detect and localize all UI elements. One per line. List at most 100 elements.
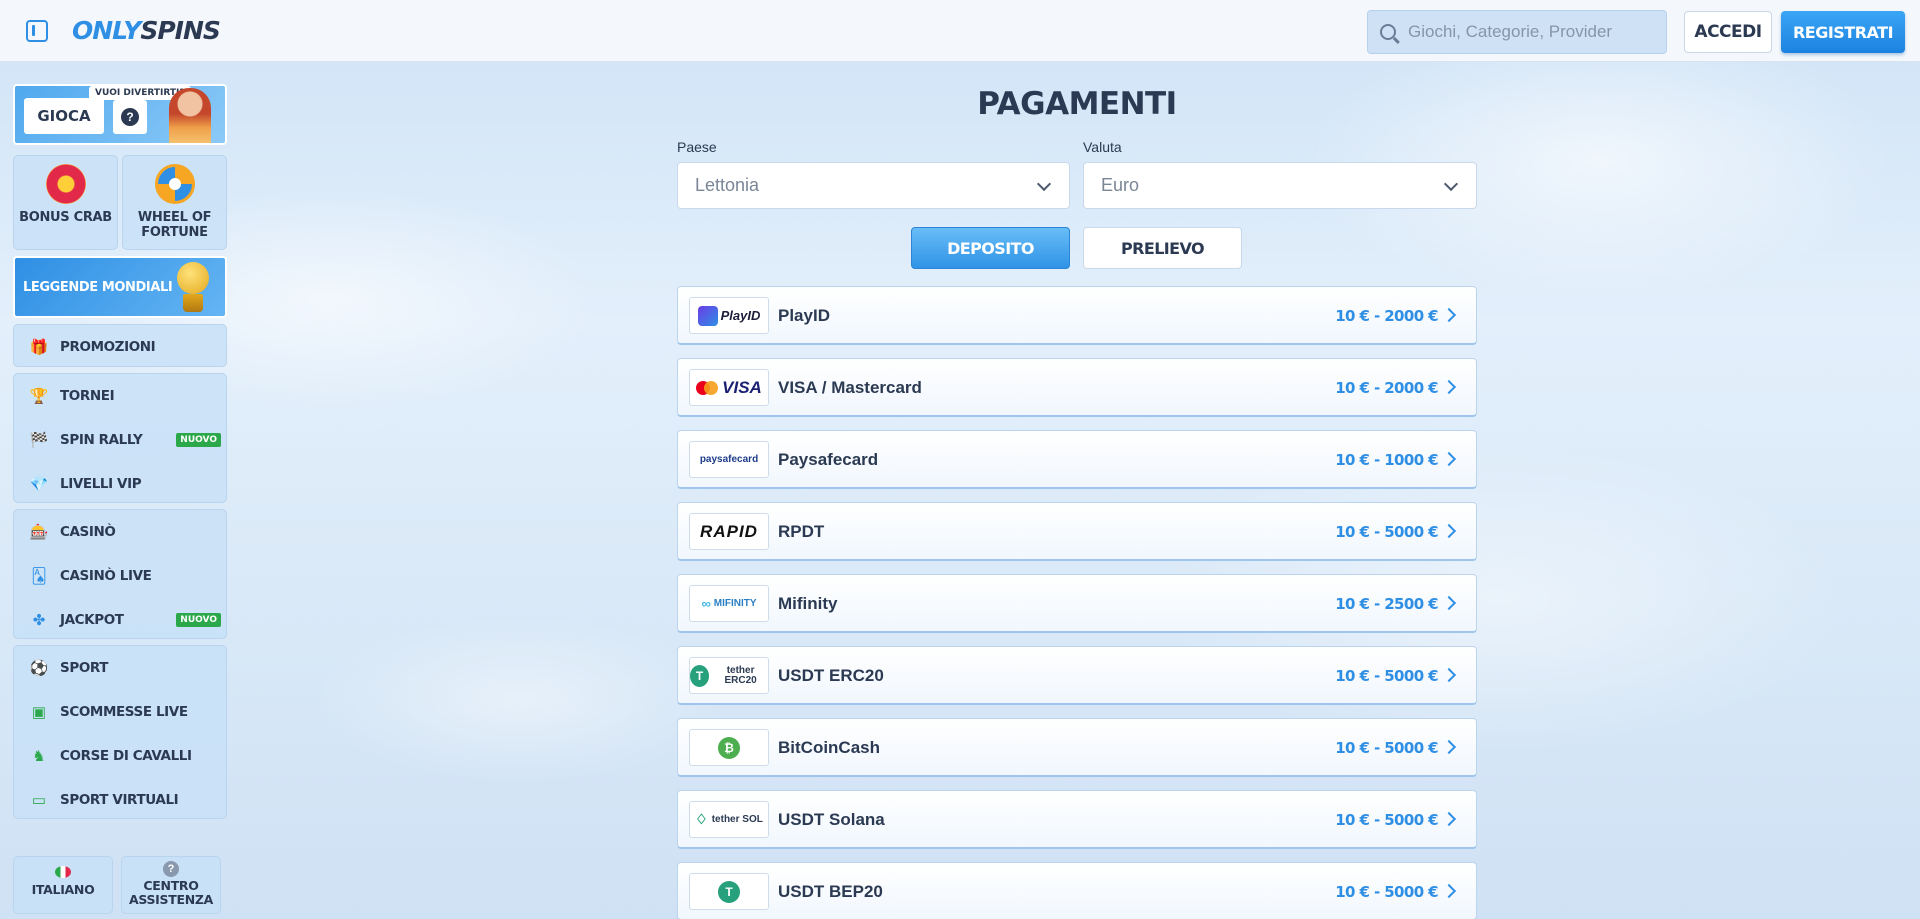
sidebar-item-corse-di-cavalli[interactable]: ♞ CORSE DI CAVALLI: [14, 734, 228, 778]
payment-method-name: VISA / Mastercard: [778, 378, 922, 397]
tether-bep20-logo: T: [689, 873, 769, 910]
payment-method-row[interactable]: T USDT BEP20 10 € - 5000 €: [677, 862, 1477, 919]
sidebar-item-scommesse-live[interactable]: ▣ SCOMMESSE LIVE: [14, 690, 228, 734]
tab-prelievo[interactable]: PRELIEVO: [1083, 227, 1242, 269]
sidebar-item-spin-rally[interactable]: 🏁 SPIN RALLY NUOVO: [14, 418, 228, 462]
sidebar-item-tornei[interactable]: 🏆 TORNEI: [14, 374, 228, 418]
playid-logo: PlayID: [689, 297, 769, 334]
payment-method-range: 10 € - 2500 €: [1335, 595, 1438, 613]
mifinity-logo: ∞ MIFINITY: [689, 585, 769, 622]
chevron-down-icon: [1443, 176, 1459, 192]
payment-method-row[interactable]: paysafecard Paysafecard 10 € - 1000 €: [677, 430, 1477, 489]
clover-icon: ✤: [32, 612, 46, 629]
mascot-image: [169, 88, 211, 143]
sidebar-item-label: SCOMMESSE LIVE: [60, 704, 188, 720]
sidebar-item-sport-virtuali[interactable]: ▭ SPORT VIRTUALI: [14, 778, 228, 822]
page-title: PAGAMENTI: [977, 86, 1177, 122]
chevron-right-icon: [1441, 595, 1457, 611]
wheel-of-fortune-tile[interactable]: WHEEL OF FORTUNE: [122, 155, 227, 250]
payment-method-name: Paysafecard: [778, 450, 879, 469]
currency-label: Valuta: [1083, 139, 1122, 155]
payment-method-range: 10 € - 5000 €: [1335, 883, 1438, 901]
nav-group-sport: ⚽ SPORT ▣ SCOMMESSE LIVE ♞ CORSE DI CAVA…: [13, 645, 227, 819]
wheel-of-fortune-icon: [154, 164, 195, 204]
payment-method-range: 10 € - 2000 €: [1335, 379, 1438, 397]
payment-method-row[interactable]: ₿ BitCoinCash 10 € - 5000 €: [677, 718, 1477, 777]
slot-machine-icon: 🎰: [29, 524, 49, 541]
sidebar-item-label: CASINÒ: [60, 524, 116, 540]
paysafecard-logo: paysafecard: [689, 441, 769, 478]
rapid-logo: RAPID: [689, 513, 769, 550]
sidebar-item-label: TORNEI: [60, 388, 115, 404]
country-select[interactable]: Lettonia: [677, 162, 1070, 209]
payment-method-name: USDT Solana: [778, 810, 885, 829]
payment-method-row[interactable]: VISA VISA / Mastercard 10 € - 2000 €: [677, 358, 1477, 417]
bonus-crab-label: BONUS CRAB: [19, 210, 112, 225]
payment-method-row[interactable]: Ttether ERC20 USDT ERC20 10 € - 5000 €: [677, 646, 1477, 705]
help-icon: ?: [163, 861, 179, 877]
payment-method-row[interactable]: ♢ tether SOL USDT Solana 10 € - 5000 €: [677, 790, 1477, 849]
register-button[interactable]: REGISTRATI: [1781, 11, 1905, 53]
chevron-right-icon: [1441, 883, 1457, 899]
gift-icon: 🎁: [29, 339, 49, 356]
question-icon: ?: [121, 108, 139, 126]
help-center-button[interactable]: ? CENTRO ASSISTENZA: [121, 856, 221, 914]
payment-method-row[interactable]: RAPID RPDT 10 € - 5000 €: [677, 502, 1477, 561]
language-button[interactable]: ITALIANO: [13, 856, 113, 914]
payment-method-name: USDT BEP20: [778, 882, 883, 901]
currency-value: Euro: [1101, 175, 1140, 195]
payment-method-range: 10 € - 5000 €: [1335, 739, 1438, 757]
promo-help-button[interactable]: ?: [113, 100, 147, 134]
payment-method-name: PlayID: [778, 306, 830, 325]
login-button[interactable]: ACCEDI: [1684, 11, 1772, 53]
chevron-right-icon: [1441, 451, 1457, 467]
payment-method-range: 10 € - 1000 €: [1335, 451, 1438, 469]
nav-group-casino: 🎰 CASINÒ 🂡 CASINÒ LIVE ✤ JACKPOT NUOVO: [13, 509, 227, 639]
monitor-icon: ▭: [31, 792, 47, 809]
sidebar-item-casino-live[interactable]: 🂡 CASINÒ LIVE: [14, 554, 228, 598]
trophy-icon: 🏆: [29, 388, 49, 405]
search-box[interactable]: [1367, 10, 1667, 54]
live-icon: ▣: [31, 704, 47, 721]
bitcoin-cash-logo: ₿: [689, 729, 769, 766]
payment-method-name: BitCoinCash: [778, 738, 880, 757]
payment-method-range: 10 € - 2000 €: [1335, 307, 1438, 325]
tab-deposito[interactable]: DEPOSITO: [911, 227, 1070, 269]
currency-select[interactable]: Euro: [1083, 162, 1477, 209]
payment-method-row[interactable]: PlayID PlayID 10 € - 2000 €: [677, 286, 1477, 345]
play-button[interactable]: GIOCA: [24, 98, 104, 134]
sidebar-toggle-icon[interactable]: [26, 20, 48, 42]
tether-erc20-logo: Ttether ERC20: [689, 657, 769, 694]
sidebar-item-label: CORSE DI CAVALLI: [60, 748, 192, 764]
sidebar-item-promozioni[interactable]: 🎁 PROMOZIONI: [14, 325, 228, 369]
flag-icon: 🏁: [29, 432, 49, 449]
sidebar-item-label: LIVELLI VIP: [60, 476, 142, 492]
play-promo-banner[interactable]: VUOI DIVERTIRTI? GIOCA ?: [13, 84, 227, 145]
legends-label: LEGGENDE MONDIALI: [23, 280, 173, 295]
legends-banner[interactable]: LEGGENDE MONDIALI: [13, 256, 227, 318]
new-badge: NUOVO: [176, 433, 221, 447]
payment-method-row[interactable]: ∞ MIFINITY Mifinity 10 € - 2500 €: [677, 574, 1477, 633]
sidebar-item-sport[interactable]: ⚽ SPORT: [14, 646, 228, 690]
sidebar-item-livelli-vip[interactable]: 💎 LIVELLI VIP: [14, 462, 228, 506]
chevron-right-icon: [1441, 667, 1457, 683]
soccer-ball-icon: ⚽: [29, 660, 49, 677]
search-input[interactable]: [1408, 22, 1658, 42]
chevron-down-icon: [1036, 176, 1052, 192]
chevron-right-icon: [1441, 811, 1457, 827]
logo-only-text: ONLY: [72, 16, 141, 45]
chevron-right-icon: [1441, 523, 1457, 539]
sidebar-item-jackpot[interactable]: ✤ JACKPOT NUOVO: [14, 598, 228, 642]
new-badge: NUOVO: [176, 613, 221, 627]
bonus-crab-tile[interactable]: BONUS CRAB: [13, 155, 118, 250]
language-label: ITALIANO: [31, 882, 95, 897]
cards-icon: 🂡: [31, 568, 47, 585]
sidebar-item-casino[interactable]: 🎰 CASINÒ: [14, 510, 228, 554]
onlyspins-logo[interactable]: ONLYSPINS: [72, 16, 221, 45]
sidebar-item-label: SPORT: [60, 660, 109, 676]
payment-method-name: Mifinity: [778, 594, 838, 613]
horse-icon: ♞: [32, 748, 46, 765]
logo-spins-text: SPINS: [140, 16, 221, 45]
chevron-right-icon: [1441, 307, 1457, 323]
sidebar-item-label: PROMOZIONI: [60, 339, 156, 355]
